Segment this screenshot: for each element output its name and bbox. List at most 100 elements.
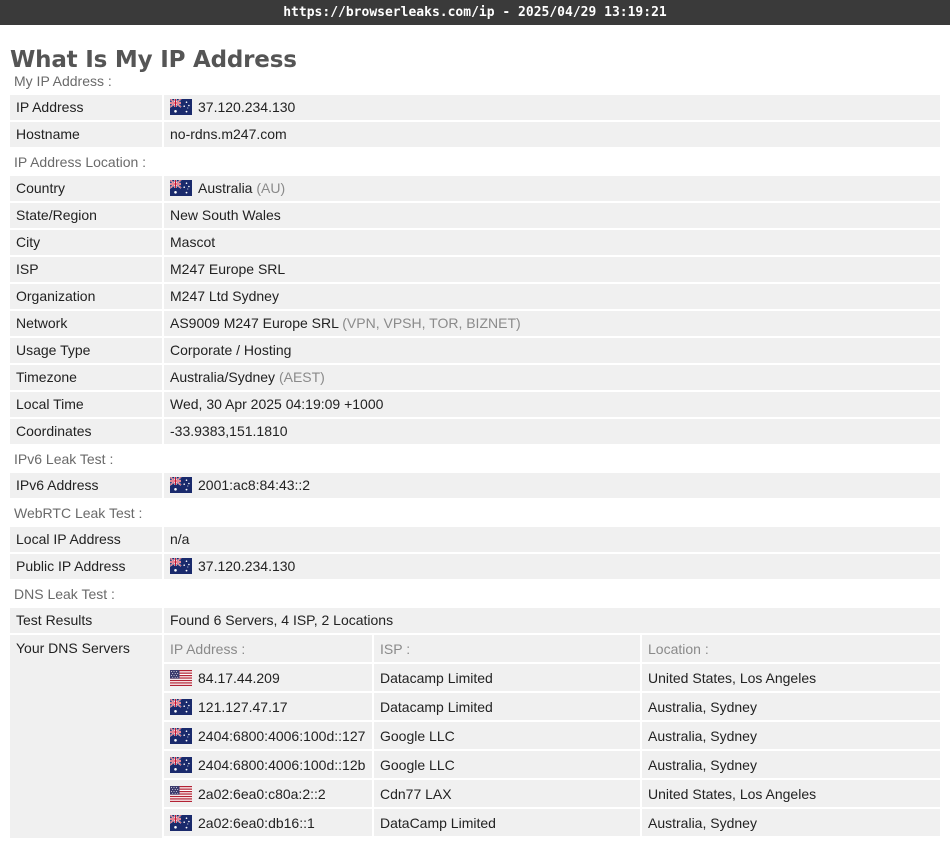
- au-flag-icon: [170, 477, 192, 493]
- test-results-value: Found 6 Servers, 4 ISP, 2 Locations: [164, 608, 940, 635]
- state-value: New South Wales: [164, 203, 940, 230]
- dns-table-header: IP Address : ISP : Location :: [164, 635, 940, 664]
- row-local-ip: Local IP Address n/a: [10, 527, 940, 554]
- dns-ip-cell: 2404:6800:4006:100d::127: [164, 721, 374, 751]
- row-local-time: Local Time Wed, 30 Apr 2025 04:19:09 +10…: [10, 392, 940, 419]
- dns-location: Australia, Sydney: [641, 808, 940, 838]
- us-flag-icon: [170, 785, 192, 802]
- row-label: Public IP Address: [10, 554, 162, 581]
- browser-url-bar[interactable]: https://browserleaks.com/ip - 2025/04/29…: [0, 0, 950, 25]
- public-ip-value: 37.120.234.130: [198, 558, 296, 574]
- au-flag-icon: [170, 814, 192, 831]
- isp-value: M247 Europe SRL: [164, 257, 940, 284]
- hostname-value: no-rdns.m247.com: [164, 122, 940, 149]
- au-flag-icon: [170, 756, 192, 773]
- dns-isp: Google LLC: [373, 750, 642, 780]
- dns-isp: DataCamp Limited: [373, 808, 642, 838]
- dns-location: Australia, Sydney: [641, 750, 940, 780]
- row-state: State/Region New South Wales: [10, 203, 940, 230]
- dns-ip: 84.17.44.209: [198, 669, 280, 686]
- row-label: ISP: [10, 257, 162, 284]
- row-label: Coordinates: [10, 419, 162, 446]
- dns-ip-cell: 84.17.44.209: [164, 663, 374, 693]
- dns-ip: 2a02:6ea0:c80a:2::2: [198, 785, 326, 802]
- row-label: City: [10, 230, 162, 257]
- row-hostname: Hostname no-rdns.m247.com: [10, 122, 940, 149]
- dns-servers-block: Your DNS Servers IP Address : ISP : Loca…: [10, 635, 940, 838]
- table-row: 2a02:6ea0:db16::1 DataCamp Limited Austr…: [164, 808, 940, 838]
- row-country: Country Australia (AU): [10, 176, 940, 203]
- dns-isp: Datacamp Limited: [373, 663, 642, 693]
- dns-ip: 2404:6800:4006:100d::127: [198, 727, 366, 744]
- table-row: 2404:6800:4006:100d::127 Google LLC Aust…: [164, 721, 940, 751]
- dns-ip-cell: 2a02:6ea0:c80a:2::2: [164, 779, 374, 809]
- section-title-webrtc: WebRTC Leak Test :: [14, 505, 143, 521]
- header-location: Location :: [641, 635, 940, 664]
- timezone-value: Australia/Sydney: [170, 369, 276, 385]
- row-label: State/Region: [10, 203, 162, 230]
- row-label: Test Results: [10, 608, 162, 635]
- dns-isp: Google LLC: [373, 721, 642, 751]
- country-code: (AU): [256, 180, 286, 196]
- row-label: Your DNS Servers: [10, 635, 162, 838]
- organization-value: M247 Ltd Sydney: [164, 284, 940, 311]
- main-content: What Is My IP Address My IP Address : IP…: [10, 25, 940, 838]
- dns-ip-cell: 2a02:6ea0:db16::1: [164, 808, 374, 838]
- dns-location: United States, Los Angeles: [641, 663, 940, 693]
- row-network: Network AS9009 M247 Europe SRL (VPN, VPS…: [10, 311, 940, 338]
- au-flag-icon: [170, 99, 192, 115]
- row-isp: ISP M247 Europe SRL: [10, 257, 940, 284]
- ip-address-value: 37.120.234.130: [198, 99, 296, 115]
- table-row: 2a02:6ea0:c80a:2::2 Cdn77 LAX United Sta…: [164, 779, 940, 809]
- row-label: Country: [10, 176, 162, 203]
- dns-isp: Datacamp Limited: [373, 692, 642, 722]
- au-flag-icon: [170, 727, 192, 744]
- dns-ip: 121.127.47.17: [198, 698, 288, 715]
- row-label: IPv6 Address: [10, 473, 162, 500]
- dns-ip-cell: 121.127.47.17: [164, 692, 374, 722]
- network-value: AS9009 M247 Europe SRL: [170, 315, 339, 331]
- row-test-results: Test Results Found 6 Servers, 4 ISP, 2 L…: [10, 608, 940, 635]
- header-ip: IP Address :: [164, 635, 374, 664]
- au-flag-icon: [170, 180, 192, 196]
- table-row: 121.127.47.17 Datacamp Limited Australia…: [164, 692, 940, 722]
- usage-type-value: Corporate / Hosting: [164, 338, 940, 365]
- local-ip-value: n/a: [164, 527, 940, 554]
- network-tags: (VPN, VPSH, TOR, BIZNET): [342, 315, 521, 331]
- dns-servers-table: IP Address : ISP : Location : 84.17.44.2…: [164, 635, 940, 838]
- au-flag-icon: [170, 558, 192, 574]
- row-label: Timezone: [10, 365, 162, 392]
- row-value: 37.120.234.130: [164, 95, 940, 122]
- row-label: IP Address: [10, 95, 162, 122]
- row-value: 2001:ac8:84:43::2: [164, 473, 940, 500]
- dns-location: Australia, Sydney: [641, 692, 940, 722]
- section-title-dns: DNS Leak Test :: [14, 586, 115, 602]
- row-timezone: Timezone Australia/Sydney (AEST): [10, 365, 940, 392]
- row-value: Australia (AU): [164, 176, 940, 203]
- dns-ip: 2a02:6ea0:db16::1: [198, 814, 315, 831]
- row-city: City Mascot: [10, 230, 940, 257]
- row-label: Local IP Address: [10, 527, 162, 554]
- country-value: Australia: [198, 180, 253, 196]
- row-label: Network: [10, 311, 162, 338]
- row-usage-type: Usage Type Corporate / Hosting: [10, 338, 940, 365]
- row-label: Organization: [10, 284, 162, 311]
- au-flag-icon: [170, 698, 192, 715]
- row-value: 37.120.234.130: [164, 554, 940, 581]
- section-title-ipv6: IPv6 Leak Test :: [14, 451, 114, 467]
- dns-location: Australia, Sydney: [641, 721, 940, 751]
- row-label: Local Time: [10, 392, 162, 419]
- row-organization: Organization M247 Ltd Sydney: [10, 284, 940, 311]
- row-label: Hostname: [10, 122, 162, 149]
- ipv6-address-value: 2001:ac8:84:43::2: [198, 477, 311, 493]
- timezone-abbr: (AEST): [278, 369, 325, 385]
- dns-isp: Cdn77 LAX: [373, 779, 642, 809]
- row-label: Usage Type: [10, 338, 162, 365]
- table-row: 2404:6800:4006:100d::12b Google LLC Aust…: [164, 750, 940, 780]
- us-flag-icon: [170, 669, 192, 686]
- row-public-ip: Public IP Address 37.120.234.130: [10, 554, 940, 581]
- row-value: AS9009 M247 Europe SRL (VPN, VPSH, TOR, …: [164, 311, 940, 338]
- row-coordinates: Coordinates -33.9383,151.1810: [10, 419, 940, 446]
- coordinates-value: -33.9383,151.1810: [164, 419, 940, 446]
- row-ipv6-address: IPv6 Address 2001:ac8:84:43::2: [10, 473, 940, 500]
